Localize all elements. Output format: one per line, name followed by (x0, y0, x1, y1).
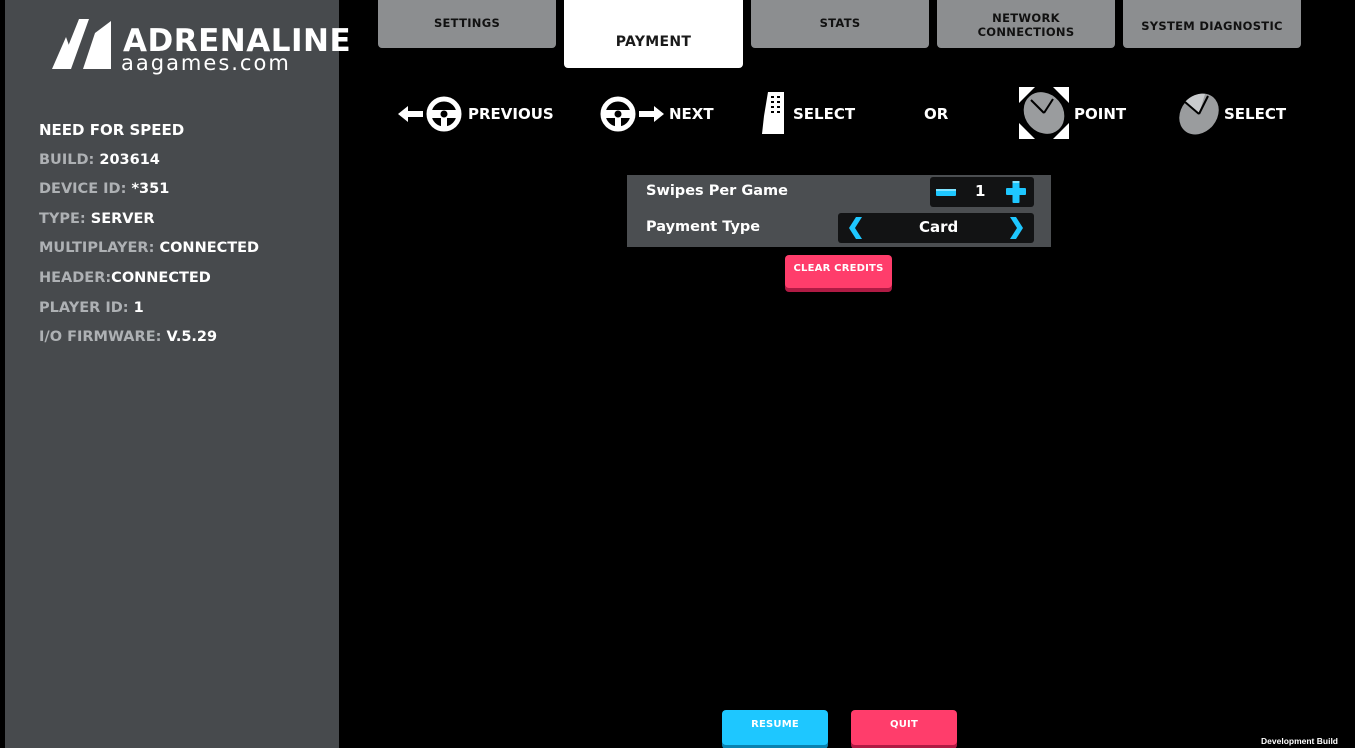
tab-label: STATS (819, 16, 861, 30)
info-key: PLAYER ID: (39, 299, 129, 316)
tab-label-line1: NETWORK (992, 11, 1060, 25)
info-row-io-firmware: I/O FIRMWARE: V.5.29 (39, 328, 259, 358)
mouse-icon (1179, 93, 1219, 135)
setting-row-payment-type: Payment Type Card (627, 211, 1051, 247)
device-info: NEED FOR SPEED BUILD: 203614 DEVICE ID: … (39, 121, 259, 358)
tab-system-diagnostic[interactable]: SYSTEM DIAGNOSTIC (1123, 0, 1301, 48)
swipes-value: 1 (975, 182, 986, 200)
hint-next: NEXT (599, 95, 719, 133)
info-key: BUILD: (39, 151, 95, 168)
chevron-right-icon[interactable] (1008, 217, 1024, 239)
tab-network-connections[interactable]: NETWORK CONNECTIONS (937, 0, 1115, 48)
swipes-per-game-label: Swipes Per Game (646, 183, 788, 199)
info-value: SERVER (90, 210, 155, 227)
hint-or: OR (924, 104, 964, 124)
tab-label-line2: CONNECTIONS (977, 25, 1075, 39)
info-value: 203614 (99, 151, 160, 168)
resume-button[interactable]: RESUME (722, 710, 828, 745)
arrow-right-icon (639, 106, 664, 122)
payment-type-selector: Card (838, 213, 1034, 243)
info-value: CONNECTED (111, 269, 211, 286)
hint-select-mouse-label: SELECT (1224, 105, 1287, 123)
hint-select-pedal: SELECT (762, 92, 862, 136)
tab-payment[interactable]: PAYMENT (564, 0, 743, 68)
info-key: I/O FIRMWARE: (39, 329, 162, 346)
info-row-player-id: PLAYER ID: 1 (39, 299, 259, 329)
hint-next-label: NEXT (669, 105, 714, 123)
chevron-left-icon[interactable] (848, 217, 864, 239)
tab-settings[interactable]: SETTINGS (378, 0, 556, 48)
tab-label: SETTINGS (433, 16, 501, 30)
info-key: HEADER: (39, 269, 112, 286)
payment-type-label: Payment Type (646, 219, 761, 235)
development-build-label: Development Build (1261, 736, 1338, 746)
adrenaline-logo: ADRENALINE aagames.com (49, 17, 351, 77)
info-key: MULTIPLAYER: (39, 240, 155, 257)
clear-credits-button[interactable]: CLEAR CREDITS (785, 255, 892, 288)
mouse-point-icon (1019, 87, 1069, 139)
info-row-header: HEADER:CONNECTED (39, 269, 259, 299)
tab-label: SYSTEM DIAGNOSTIC (1141, 19, 1283, 33)
hint-point: POINT (1018, 86, 1138, 140)
steering-wheel-icon (426, 96, 462, 132)
info-value: *351 (131, 181, 170, 198)
info-value: CONNECTED (159, 240, 260, 257)
tab-label: PAYMENT (615, 34, 692, 50)
plus-icon[interactable] (1006, 181, 1026, 203)
pedal-icon (762, 92, 784, 134)
hint-previous: PREVIOUS (398, 95, 558, 133)
hint-or-label: OR (924, 105, 949, 123)
swipes-stepper: 1 (930, 177, 1034, 207)
hint-point-label: POINT (1074, 105, 1127, 123)
payment-type-value: Card (919, 218, 959, 236)
info-row-type: TYPE: SERVER (39, 210, 259, 240)
info-row-device-id: DEVICE ID: *351 (39, 180, 259, 210)
hint-select-label: SELECT (793, 105, 856, 123)
info-key: TYPE: (39, 210, 86, 227)
info-value: V.5.29 (166, 329, 218, 346)
quit-button[interactable]: QUIT (851, 710, 957, 745)
game-title: NEED FOR SPEED (39, 121, 185, 139)
minus-icon[interactable] (936, 184, 956, 200)
info-key: DEVICE ID: (39, 181, 127, 198)
tab-stats[interactable]: STATS (751, 0, 929, 48)
adrenaline-logo-icon (52, 19, 111, 69)
steering-wheel-icon (600, 96, 636, 132)
info-row-build: BUILD: 203614 (39, 151, 259, 181)
info-value: 1 (133, 299, 144, 316)
setting-row-swipes: Swipes Per Game 1 (627, 175, 1051, 211)
logo-site-text: aagames.com (121, 51, 291, 75)
sidebar: ADRENALINE aagames.com NEED FOR SPEED BU… (5, 0, 351, 748)
hint-select-mouse: SELECT (1175, 90, 1287, 138)
payment-settings-panel: Swipes Per Game 1 Payment Type Card (627, 175, 1051, 247)
hint-previous-label: PREVIOUS (468, 105, 554, 123)
arrow-left-icon (398, 106, 423, 122)
info-row-multiplayer: MULTIPLAYER: CONNECTED (39, 239, 259, 269)
